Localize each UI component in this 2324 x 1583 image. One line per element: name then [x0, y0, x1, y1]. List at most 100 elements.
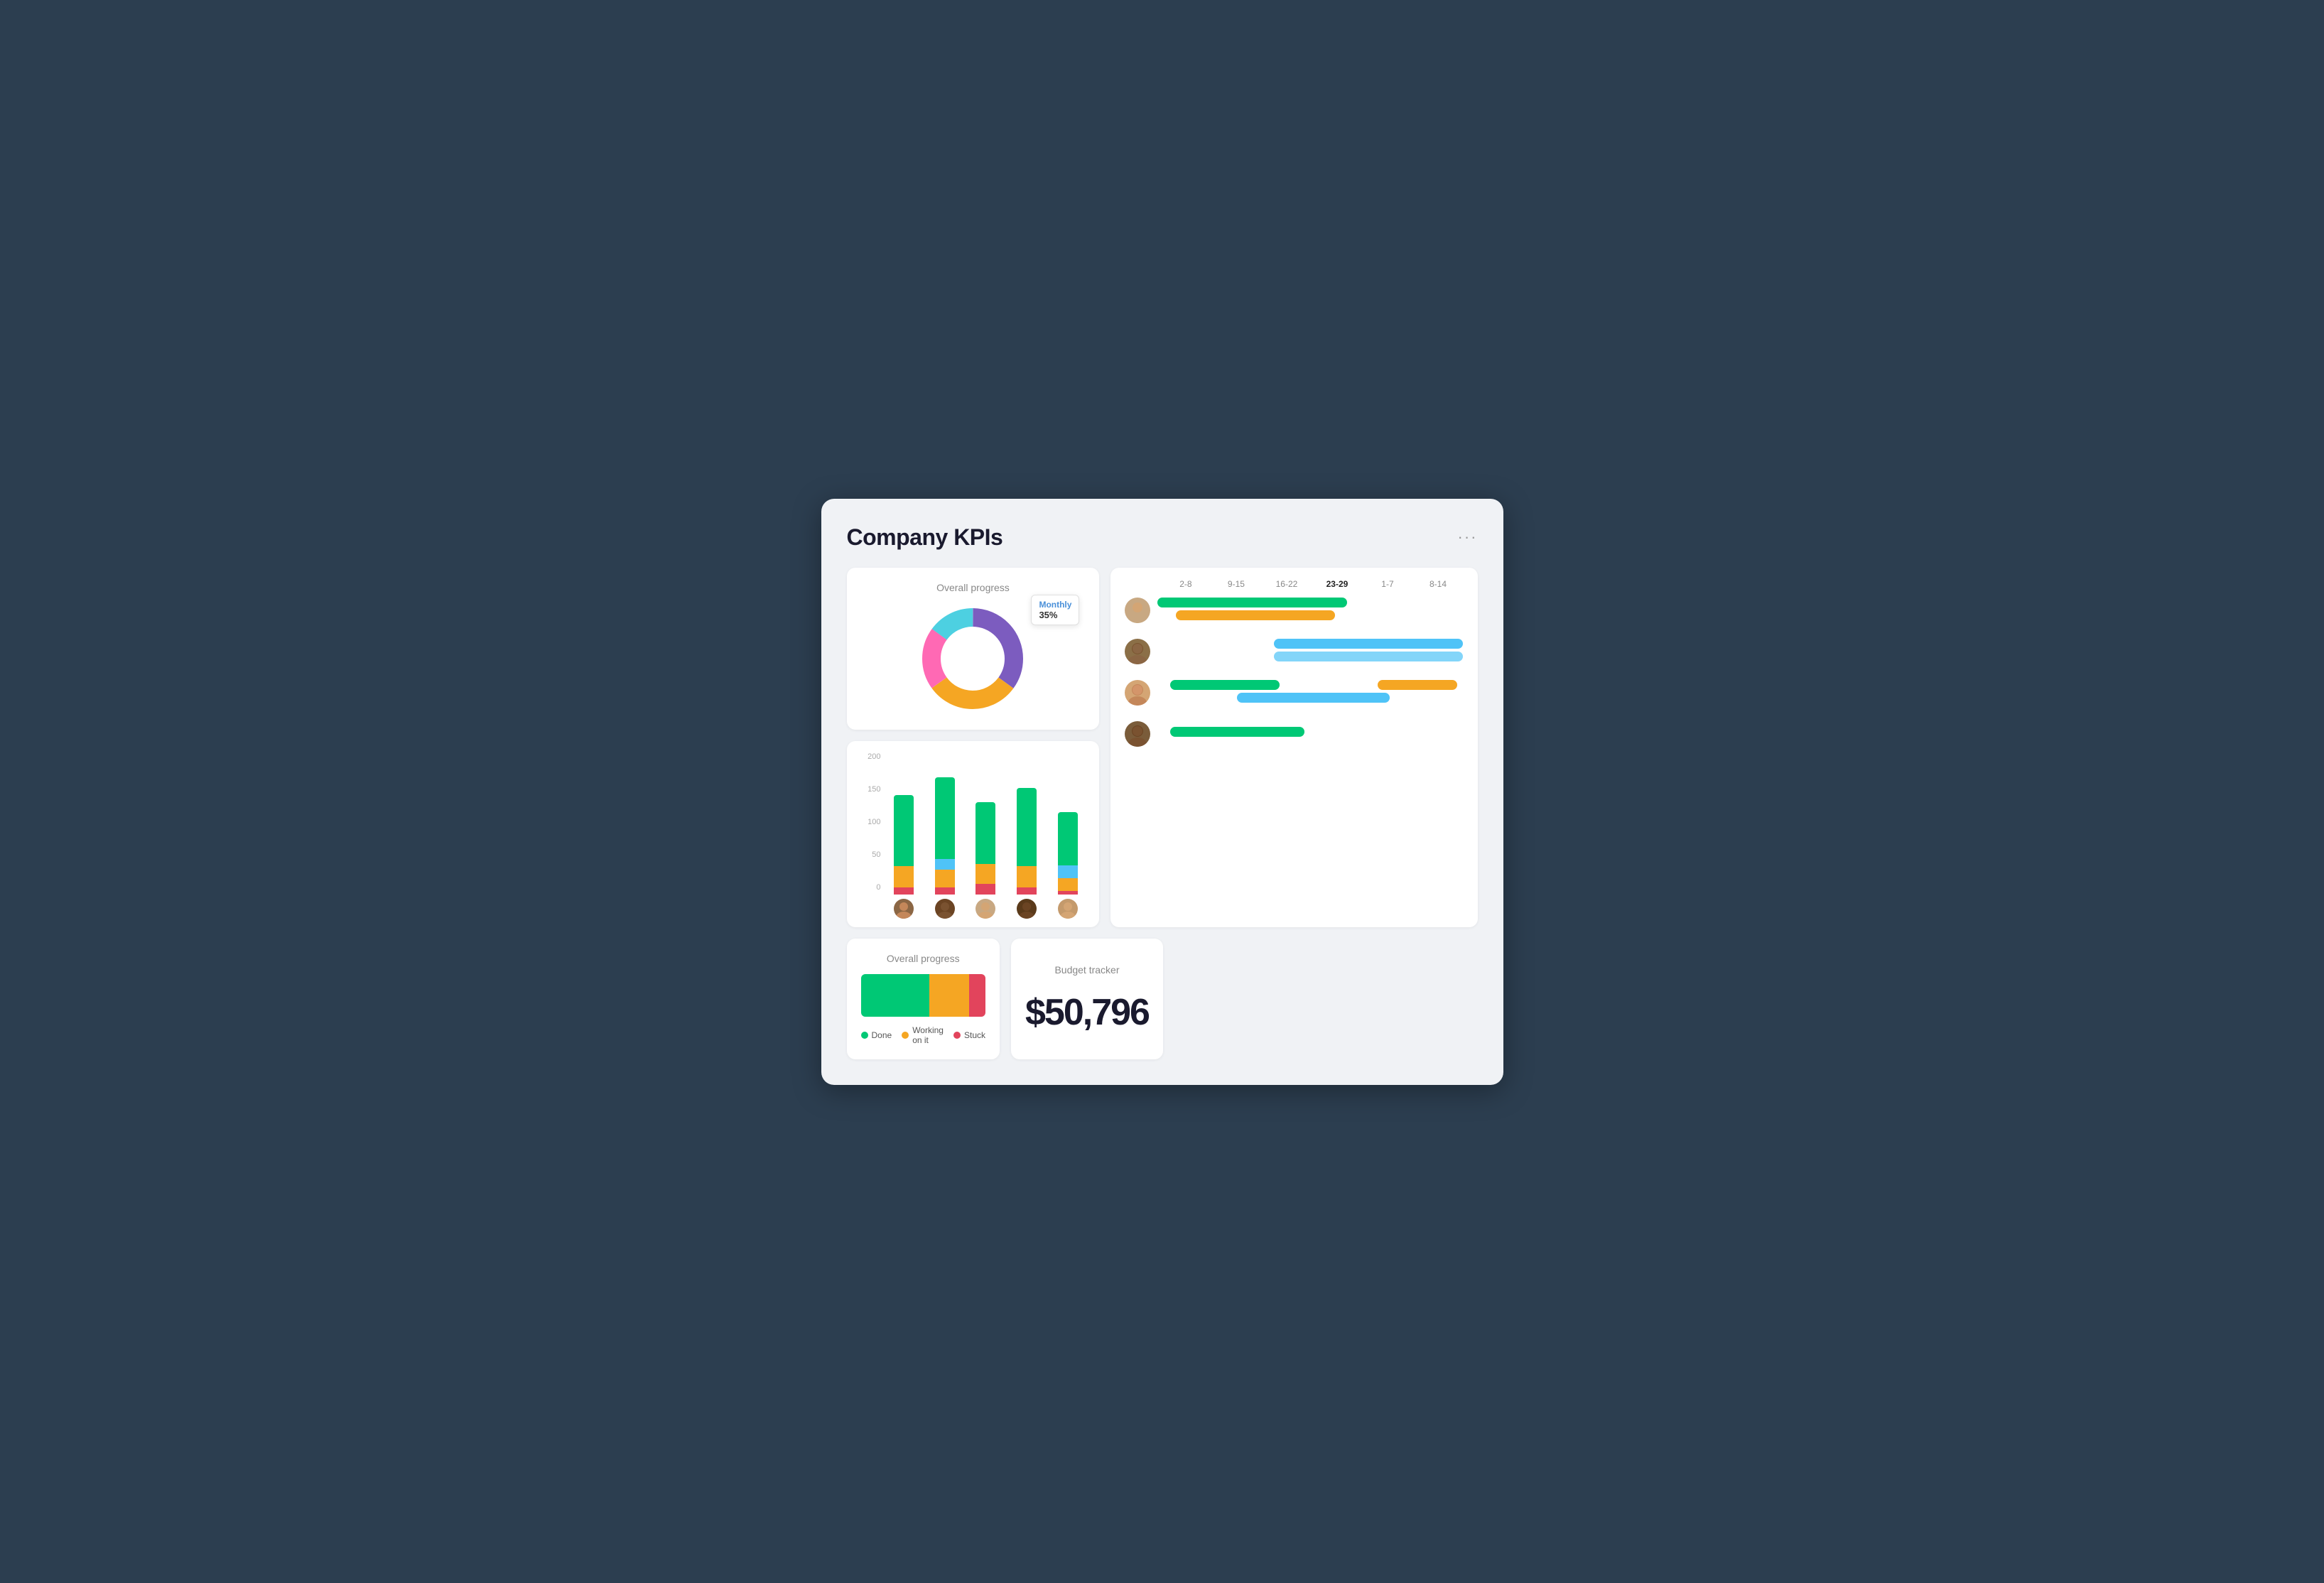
bar-chart-card: 200 150 100 50 0	[847, 741, 1100, 927]
more-options-button[interactable]: ···	[1458, 528, 1478, 546]
bottom-cards: Overall progress Done Working on it	[847, 939, 1163, 1059]
page-title: Company KPIs	[847, 524, 1003, 551]
donut-card-title: Overall progress	[936, 582, 1010, 593]
main-grid: Overall progress Monthly 35%	[847, 568, 1478, 927]
avatar	[975, 899, 995, 919]
y-label: 150	[858, 785, 881, 794]
y-label: 0	[858, 883, 881, 892]
gantt-col-1: 2-8	[1160, 579, 1211, 589]
bar-stack	[1017, 788, 1037, 895]
bar-segment	[935, 887, 955, 895]
gantt-row	[1125, 679, 1463, 707]
progress-bar	[861, 974, 986, 1017]
bar-stack	[1058, 812, 1078, 895]
bar-segment	[935, 870, 955, 887]
gantt-bar	[1274, 652, 1464, 661]
legend-label-stuck: Stuck	[964, 1030, 985, 1040]
gantt-bar	[1157, 598, 1347, 607]
y-label: 50	[858, 850, 881, 859]
bar-x-label	[966, 899, 1007, 919]
avatar	[1125, 680, 1150, 706]
gantt-bar	[1170, 727, 1304, 737]
avatar	[1058, 899, 1078, 919]
budget-amount: $50,796	[1025, 991, 1149, 1034]
budget-title: Budget tracker	[1054, 964, 1119, 976]
bar-segment	[1017, 866, 1037, 887]
bar-x-labels	[858, 899, 1088, 919]
gantt-row	[1125, 637, 1463, 666]
bar-segment	[1058, 865, 1078, 878]
y-label: 200	[858, 752, 881, 761]
legend-label-working: Working on it	[912, 1025, 944, 1045]
avatar	[1125, 598, 1150, 623]
bar-segment	[894, 866, 914, 887]
bar-chart-yaxis: 200 150 100 50 0	[858, 752, 881, 895]
gantt-col-6: 8-14	[1412, 579, 1463, 589]
gantt-bar	[1170, 680, 1280, 690]
gantt-card: 2-8 9-15 16-22 23-29 1-7 8-14	[1110, 568, 1477, 927]
gantt-bar	[1237, 693, 1390, 703]
gantt-col-4: 23-29	[1312, 579, 1362, 589]
bar-segment	[894, 795, 914, 866]
gantt-col-2: 9-15	[1211, 579, 1261, 589]
avatar	[1125, 639, 1150, 664]
bar-stack	[894, 795, 914, 895]
overall-progress-card: Overall progress Done Working on it	[847, 939, 1000, 1059]
legend-item-stuck: Stuck	[953, 1025, 985, 1045]
bar-group	[1006, 788, 1047, 895]
avatar	[1017, 899, 1037, 919]
bar-segment	[1017, 788, 1037, 866]
donut-svg	[916, 602, 1029, 715]
y-label: 100	[858, 818, 881, 826]
bar-x-label	[1047, 899, 1088, 919]
gantt-col-3: 16-22	[1261, 579, 1312, 589]
gantt-header: 2-8 9-15 16-22 23-29 1-7 8-14	[1125, 579, 1463, 589]
gantt-rows	[1125, 596, 1463, 748]
bar-x-label	[884, 899, 925, 919]
budget-card: Budget tracker $50,796	[1011, 939, 1163, 1059]
bar-segment	[1017, 887, 1037, 895]
bar-segment	[1058, 891, 1078, 895]
bar-x-label	[924, 899, 966, 919]
gantt-col-5: 1-7	[1362, 579, 1412, 589]
overall-progress-title: Overall progress	[861, 953, 986, 964]
bar-group	[1047, 812, 1088, 895]
gantt-bar	[1176, 610, 1335, 620]
bar-segment	[1058, 812, 1078, 865]
gantt-bars	[1157, 596, 1463, 625]
progress-done	[861, 974, 930, 1017]
bar-chart-area: 200 150 100 50 0	[858, 752, 1088, 895]
bar-segment	[894, 887, 914, 895]
avatar	[894, 899, 914, 919]
bar-group	[884, 795, 925, 895]
gantt-bars	[1157, 720, 1463, 748]
gantt-spacer	[1174, 939, 1478, 1059]
gantt-bar	[1274, 639, 1464, 649]
bottom-section: Overall progress Done Working on it	[847, 939, 1478, 1059]
legend-dot-done	[861, 1032, 868, 1039]
bar-segment	[1058, 878, 1078, 891]
bar-segment	[935, 777, 955, 859]
bar-segment	[975, 802, 995, 864]
legend-dot-working	[902, 1032, 909, 1039]
progress-stuck	[969, 974, 985, 1017]
legend-item-done: Done	[861, 1025, 892, 1045]
bar-x-label	[1006, 899, 1047, 919]
avatar	[1125, 721, 1150, 747]
bar-group	[966, 802, 1007, 895]
progress-working	[929, 974, 969, 1017]
gantt-row	[1125, 596, 1463, 625]
bar-segment	[975, 864, 995, 884]
gantt-bars	[1157, 637, 1463, 666]
bar-stack	[975, 802, 995, 895]
bar-segment	[935, 859, 955, 870]
legend-dot-stuck	[953, 1032, 961, 1039]
dashboard: Company KPIs ··· Overall progress Monthl…	[821, 499, 1503, 1085]
bar-segment	[975, 884, 995, 895]
tooltip-label: Monthly	[1039, 600, 1071, 610]
gantt-bar	[1378, 680, 1457, 690]
dashboard-header: Company KPIs ···	[847, 524, 1478, 551]
legend-item-working: Working on it	[902, 1025, 944, 1045]
legend: Done Working on it Stuck	[861, 1025, 986, 1045]
gantt-row	[1125, 720, 1463, 748]
